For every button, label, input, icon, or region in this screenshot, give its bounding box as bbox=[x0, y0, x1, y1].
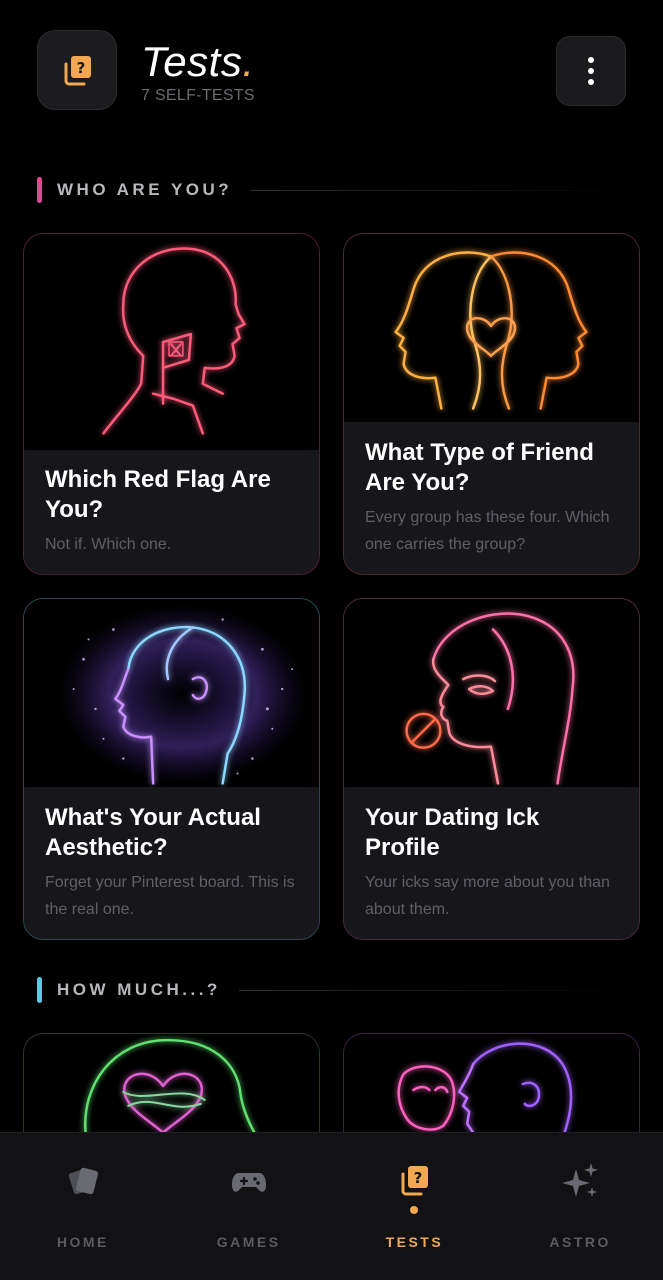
gamepad-icon bbox=[229, 1161, 269, 1201]
card-description: Your icks say more about you than about … bbox=[365, 874, 610, 918]
section-title: HOW MUCH...? bbox=[57, 980, 221, 999]
nav-item-astro[interactable]: ASTRO bbox=[497, 1133, 663, 1280]
nav-item-games[interactable]: GAMES bbox=[166, 1133, 332, 1280]
nav-label: TESTS bbox=[385, 1234, 444, 1250]
header: ? Tests. 7 SELF-TESTS bbox=[0, 0, 663, 130]
nav-item-tests[interactable]: ? TESTS bbox=[332, 1133, 498, 1280]
svg-text:?: ? bbox=[77, 59, 86, 77]
neon-faces-masks-illustration bbox=[344, 1034, 639, 1132]
card-title: What's Your Actual Aesthetic? bbox=[45, 804, 261, 861]
cards-icon bbox=[63, 1161, 103, 1201]
neon-head-red-flag-illustration bbox=[24, 234, 319, 452]
test-card-friend-type[interactable]: What Type of Friend Are You? Every group… bbox=[343, 233, 640, 575]
neon-head-sparkles-illustration bbox=[24, 599, 319, 789]
more-menu-button[interactable] bbox=[556, 36, 626, 106]
question-cards-icon: ? bbox=[64, 56, 91, 86]
card-body: What Type of Friend Are You? Every group… bbox=[344, 422, 639, 574]
sparkles-icon bbox=[560, 1161, 600, 1201]
nav-label: HOME bbox=[56, 1234, 109, 1250]
section-accent-bar bbox=[37, 177, 42, 203]
page-title: Tests. bbox=[141, 38, 255, 85]
test-card-partial-2[interactable] bbox=[343, 1033, 640, 1132]
section-divider bbox=[238, 989, 627, 991]
nav-label: GAMES bbox=[216, 1234, 281, 1250]
bottom-navigation: HOME GAMES ? TESTS ASTRO bbox=[0, 1132, 663, 1280]
neon-face-no-kiss-illustration bbox=[344, 599, 639, 789]
card-title: Your Dating Ick Profile bbox=[365, 804, 540, 861]
neon-head-thorn-heart-illustration bbox=[24, 1034, 319, 1132]
section-header-who-are-you: WHO ARE YOU? bbox=[37, 177, 627, 203]
nav-item-home[interactable]: HOME bbox=[0, 1133, 166, 1280]
card-body: Which Red Flag Are You? Not if. Which on… bbox=[24, 450, 319, 574]
more-vertical-icon bbox=[588, 57, 594, 63]
card-description: Not if. Which one. bbox=[45, 536, 172, 553]
card-body: Your Dating Ick Profile Your icks say mo… bbox=[344, 787, 639, 939]
neon-two-heads-heart-illustration bbox=[344, 234, 639, 424]
card-title: Which Red Flag Are You? bbox=[45, 466, 271, 523]
tests-count: 7 SELF-TESTS bbox=[141, 87, 255, 104]
card-description: Forget your Pinterest board. This is the… bbox=[45, 874, 295, 918]
nav-label: ASTRO bbox=[549, 1234, 611, 1250]
card-title: What Type of Friend Are You? bbox=[365, 439, 594, 496]
active-indicator bbox=[410, 1206, 419, 1214]
test-card-red-flag[interactable]: Which Red Flag Are You? Not if. Which on… bbox=[23, 233, 320, 575]
section-header-how-much: HOW MUCH...? bbox=[37, 977, 627, 1003]
section-accent-bar bbox=[37, 977, 42, 1003]
section-title: WHO ARE YOU? bbox=[57, 180, 233, 199]
card-body: What's Your Actual Aesthetic? Forget you… bbox=[24, 787, 319, 939]
section-divider bbox=[250, 189, 627, 191]
svg-text:?: ? bbox=[414, 1169, 423, 1187]
test-card-dating-ick[interactable]: Your Dating Ick Profile Your icks say mo… bbox=[343, 598, 640, 940]
test-card-partial-1[interactable] bbox=[23, 1033, 320, 1132]
card-description: Every group has these four. Which one ca… bbox=[365, 509, 610, 553]
app-icon: ? bbox=[37, 30, 117, 110]
test-card-aesthetic[interactable]: What's Your Actual Aesthetic? Forget you… bbox=[23, 598, 320, 940]
question-cards-icon: ? bbox=[394, 1161, 434, 1201]
